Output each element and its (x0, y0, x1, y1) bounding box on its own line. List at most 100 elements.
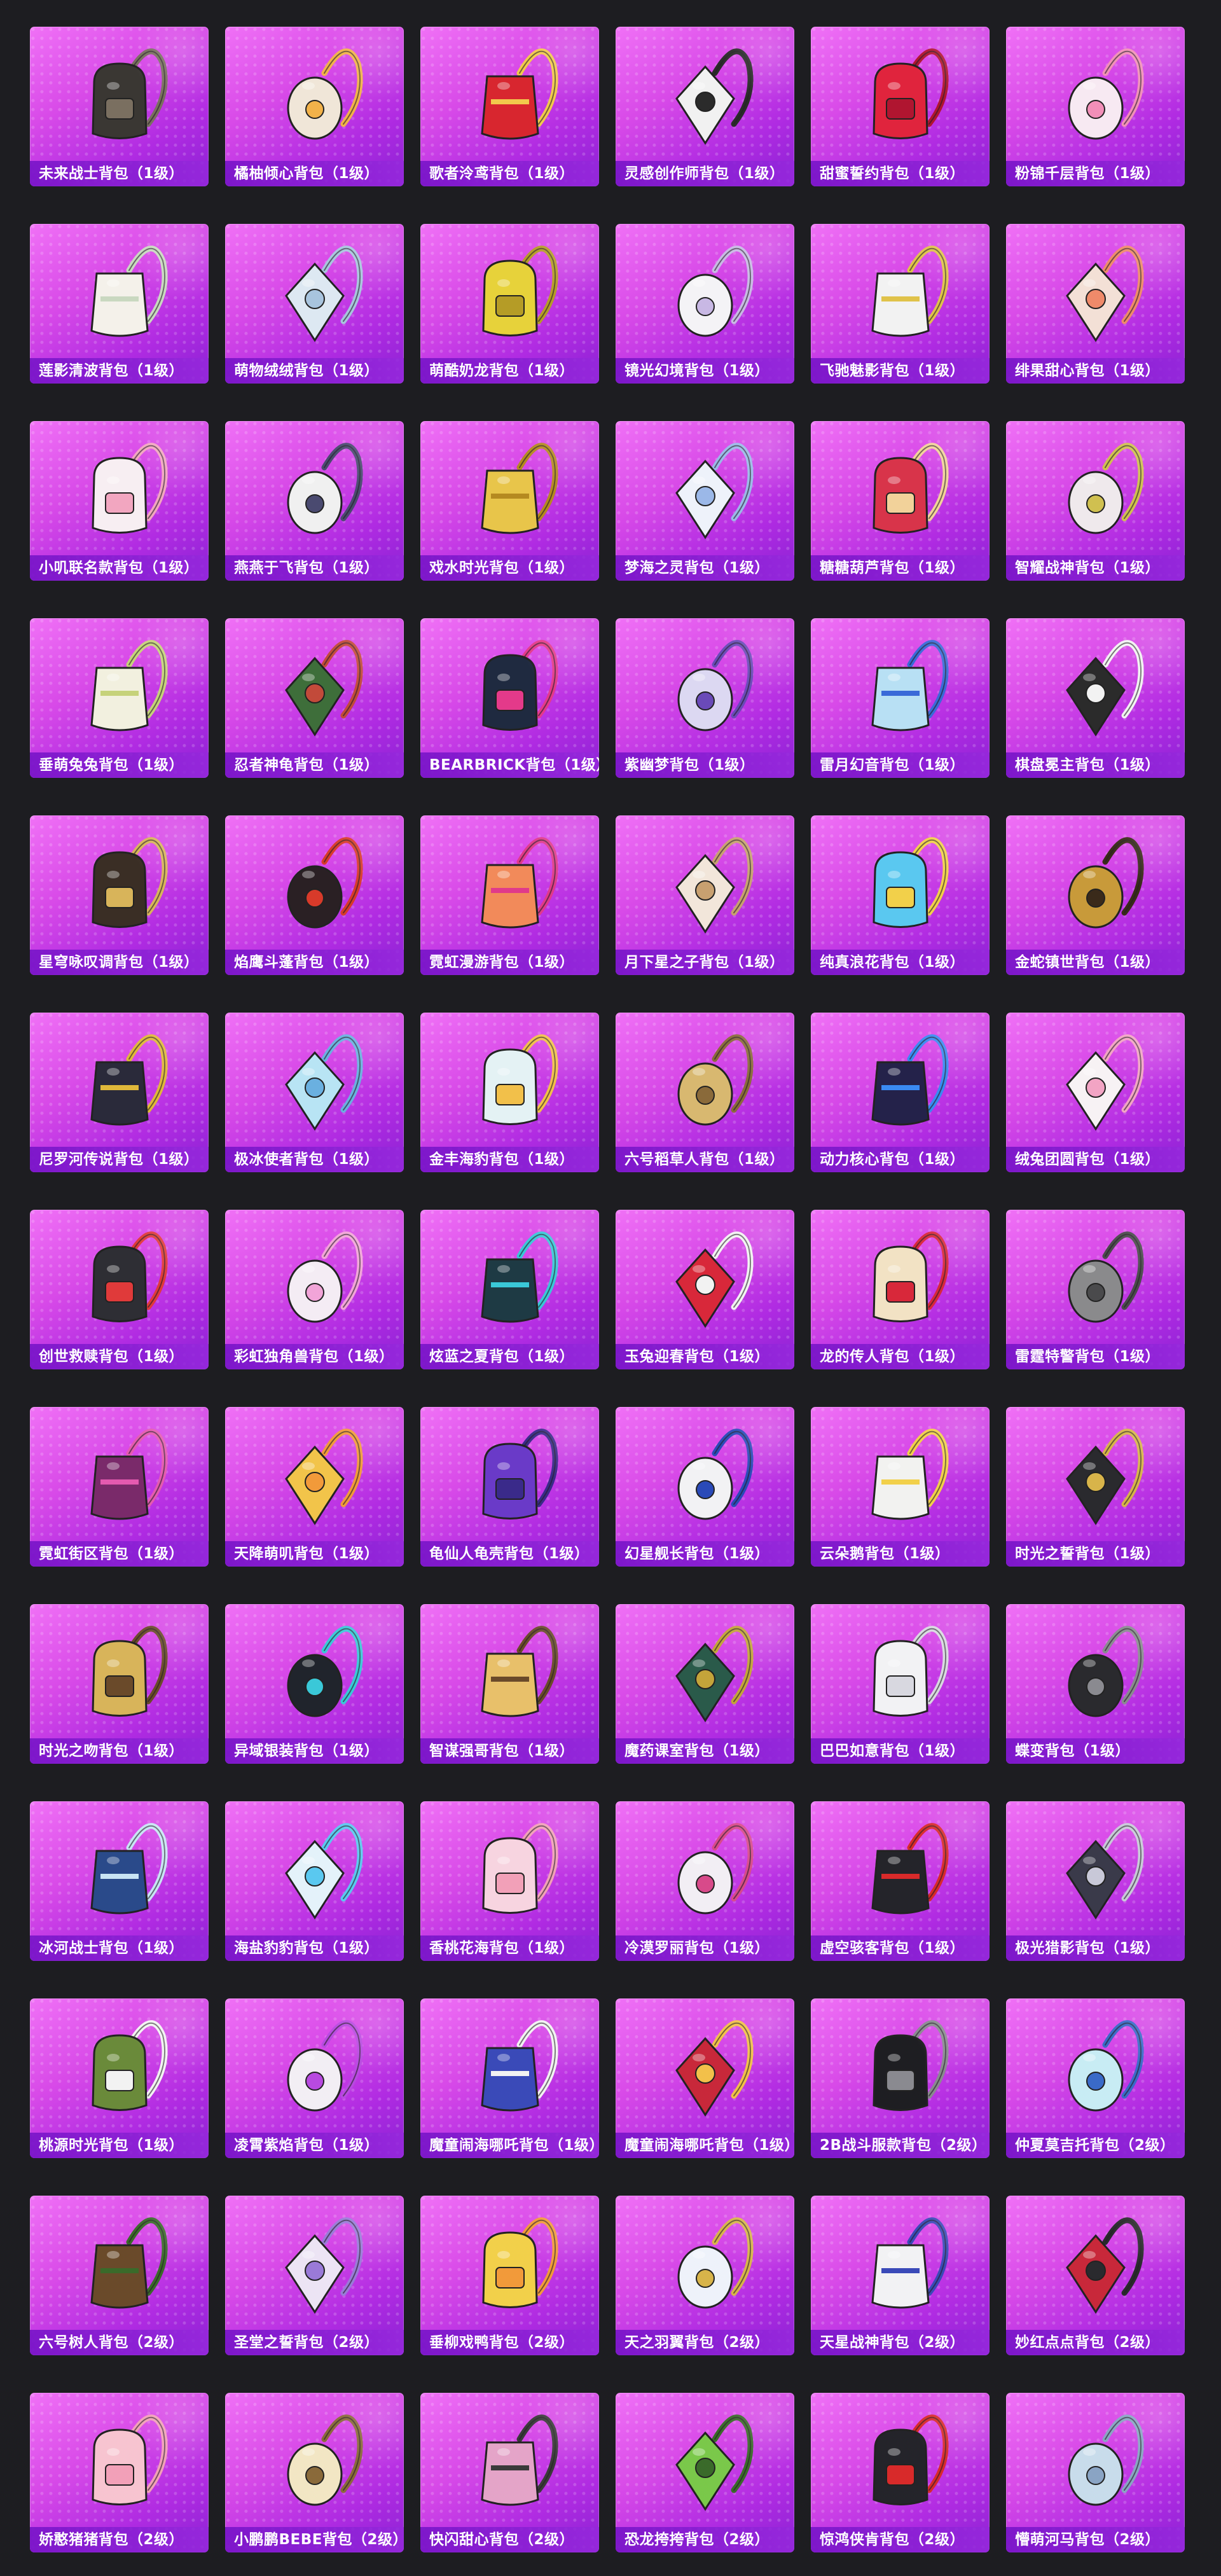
backpack-card[interactable]: 糖糖葫芦背包（1级） (811, 421, 990, 581)
backpack-card[interactable]: 梦海之灵背包（1级） (616, 421, 794, 581)
backpack-card[interactable]: 雷霆特警背包（1级） (1006, 1210, 1185, 1369)
backpack-card[interactable]: 星穹咏叹调背包（1级） (30, 815, 209, 975)
backpack-card[interactable]: 智耀战神背包（1级） (1006, 421, 1185, 581)
backpack-card[interactable]: 粉锦千层背包（1级） (1006, 27, 1185, 186)
backpack-card[interactable]: 虚空骇客背包（1级） (811, 1801, 990, 1961)
backpack-card[interactable]: 魔童闹海哪吒背包（1级） (420, 1998, 599, 2158)
backpack-card[interactable]: 未来战士背包（1级） (30, 27, 209, 186)
backpack-card[interactable]: 垂柳戏鸭背包（2级） (420, 2196, 599, 2355)
backpack-card[interactable]: 动力核心背包（1级） (811, 1013, 990, 1172)
backpack-image (1068, 1626, 1144, 1717)
backpack-card[interactable]: 戏水时光背包（1级） (420, 421, 599, 581)
backpack-name: 未来战士背包（1级） (30, 161, 209, 186)
backpack-card[interactable]: 紫幽梦背包（1级） (616, 618, 794, 778)
backpack-card[interactable]: 冰河战士背包（1级） (30, 1801, 209, 1961)
backpack-card[interactable]: 歌者泠鸢背包（1级） (420, 27, 599, 186)
backpack-card[interactable]: 玉兔迎春背包（1级） (616, 1210, 794, 1369)
backpack-card[interactable]: 飞驰魅影背包（1级） (811, 224, 990, 384)
backpack-card[interactable]: 龟仙人龟壳背包（1级） (420, 1407, 599, 1567)
backpack-card[interactable]: 镜光幻境背包（1级） (616, 224, 794, 384)
backpack-card[interactable]: 月下星之子背包（1级） (616, 815, 794, 975)
backpack-card[interactable]: 橘柚倾心背包（1级） (225, 27, 404, 186)
backpack-card[interactable]: 极冰使者背包（1级） (225, 1013, 404, 1172)
backpack-card[interactable]: 懵萌河马背包（2级） (1006, 2393, 1185, 2552)
backpack-card[interactable]: 炫蓝之夏背包（1级） (420, 1210, 599, 1369)
backpack-card[interactable]: 六号稻草人背包（1级） (616, 1013, 794, 1172)
backpack-card[interactable]: 海盐豹豹背包（1级） (225, 1801, 404, 1961)
backpack-card[interactable]: 小鹏鹏BEBE背包（2级） (225, 2393, 404, 2552)
backpack-name: 雷霆特警背包（1级） (1006, 1344, 1185, 1369)
backpack-card[interactable]: 甜蜜誓约背包（1级） (811, 27, 990, 186)
backpack-card[interactable]: 尼罗河传说背包（1级） (30, 1013, 209, 1172)
backpack-card[interactable]: 小叽联名款背包（1级） (30, 421, 209, 581)
backpack-card[interactable]: 云朵鹅背包（1级） (811, 1407, 990, 1567)
backpack-card[interactable]: 娇憨猪猪背包（2级） (30, 2393, 209, 2552)
backpack-name: 星穹咏叹调背包（1级） (30, 950, 209, 975)
backpack-card[interactable]: 快闪甜心背包（2级） (420, 2393, 599, 2552)
backpack-card[interactable]: 巴巴如意背包（1级） (811, 1604, 990, 1764)
backpack-card[interactable]: 妙红点点背包（2级） (1006, 2196, 1185, 2355)
backpack-card[interactable]: 棋盘冕主背包（1级） (1006, 618, 1185, 778)
backpack-card[interactable]: 幻星舰长背包（1级） (616, 1407, 794, 1567)
backpack-card[interactable]: 龙的传人背包（1级） (811, 1210, 990, 1369)
backpack-card[interactable]: 2B战斗服款背包（2级） (811, 1998, 990, 2158)
backpack-image (872, 48, 949, 139)
backpack-card[interactable]: 雷月幻音背包（1级） (811, 618, 990, 778)
backpack-image (481, 640, 558, 731)
backpack-image (677, 2217, 754, 2309)
backpack-card[interactable]: 蝶变背包（1级） (1006, 1604, 1185, 1764)
backpack-card[interactable]: 时光之吻背包（1级） (30, 1604, 209, 1764)
backpack-card[interactable]: 智谋强哥背包（1级） (420, 1604, 599, 1764)
backpack-card[interactable]: 魔药课室背包（1级） (616, 1604, 794, 1764)
backpack-card[interactable]: 仲夏莫吉托背包（2级） (1006, 1998, 1185, 2158)
backpack-card[interactable]: 燕燕于飞背包（1级） (225, 421, 404, 581)
backpack-card[interactable]: 莲影清波背包（1级） (30, 224, 209, 384)
backpack-card[interactable]: 忍者神龟背包（1级） (225, 618, 404, 778)
backpack-name: BEARBRICK背包（1级） (420, 752, 599, 778)
backpack-image (481, 1034, 558, 1125)
backpack-card[interactable]: 惊鸿侠肯背包（2级） (811, 2393, 990, 2552)
backpack-name: 极光猎影背包（1级） (1006, 1935, 1185, 1961)
backpack-card[interactable]: 绯果甜心背包（1级） (1006, 224, 1185, 384)
backpack-image (677, 246, 754, 337)
backpack-image (675, 2020, 754, 2117)
backpack-name: 霓虹街区背包（1级） (30, 1541, 209, 1567)
backpack-card[interactable]: 天之羽翼背包（2级） (616, 2196, 794, 2355)
backpack-image (871, 2217, 949, 2309)
backpack-card[interactable]: 凌霄紫焰背包（1级） (225, 1998, 404, 2158)
backpack-name: 魔童闹海哪吒背包（1级） (616, 2133, 794, 2158)
backpack-card[interactable]: 天星战神背包（2级） (811, 2196, 990, 2355)
backpack-image (480, 2020, 558, 2112)
backpack-card[interactable]: 萌酷奶龙背包（1级） (420, 224, 599, 384)
backpack-card[interactable]: 圣堂之誓背包（2级） (225, 2196, 404, 2355)
backpack-card[interactable]: 霓虹漫游背包（1级） (420, 815, 599, 975)
backpack-card[interactable]: 六号树人背包（2级） (30, 2196, 209, 2355)
backpack-image (871, 246, 949, 337)
backpack-name: 天降萌叽背包（1级） (225, 1541, 404, 1567)
backpack-card[interactable]: 垂萌兔兔背包（1级） (30, 618, 209, 778)
backpack-card[interactable]: BEARBRICK背包（1级） (420, 618, 599, 778)
backpack-card[interactable]: 桃源时光背包（1级） (30, 1998, 209, 2158)
backpack-image (287, 48, 363, 140)
backpack-card[interactable]: 极光猎影背包（1级） (1006, 1801, 1185, 1961)
backpack-card[interactable]: 天降萌叽背包（1级） (225, 1407, 404, 1567)
backpack-card[interactable]: 霓虹街区背包（1级） (30, 1407, 209, 1567)
backpack-card[interactable]: 冷漠罗丽背包（1级） (616, 1801, 794, 1961)
backpack-card[interactable]: 萌物绒绒背包（1级） (225, 224, 404, 384)
backpack-card[interactable]: 创世救赎背包（1级） (30, 1210, 209, 1369)
backpack-card[interactable]: 绒兔团圆背包（1级） (1006, 1013, 1185, 1172)
backpack-name: 忍者神龟背包（1级） (225, 752, 404, 778)
backpack-card[interactable]: 金丰海豹背包（1级） (420, 1013, 599, 1172)
backpack-card[interactable]: 金蛇镇世背包（1级） (1006, 815, 1185, 975)
backpack-card[interactable]: 恐龙挎挎背包（2级） (616, 2393, 794, 2552)
backpack-name: 恐龙挎挎背包（2级） (616, 2527, 794, 2552)
backpack-card[interactable]: 纯真浪花背包（1级） (811, 815, 990, 975)
backpack-card[interactable]: 彩虹独角兽背包（1级） (225, 1210, 404, 1369)
backpack-card[interactable]: 焰鹰斗蓬背包（1级） (225, 815, 404, 975)
backpack-card[interactable]: 魔童闹海哪吒背包（1级） (616, 1998, 794, 2158)
backpack-card[interactable]: 时光之誓背包（1级） (1006, 1407, 1185, 1567)
backpack-name: 虚空骇客背包（1级） (811, 1935, 990, 1961)
backpack-card[interactable]: 异域银装背包（1级） (225, 1604, 404, 1764)
backpack-card[interactable]: 香桃花海背包（1级） (420, 1801, 599, 1961)
backpack-card[interactable]: 灵感创作师背包（1级） (616, 27, 794, 186)
